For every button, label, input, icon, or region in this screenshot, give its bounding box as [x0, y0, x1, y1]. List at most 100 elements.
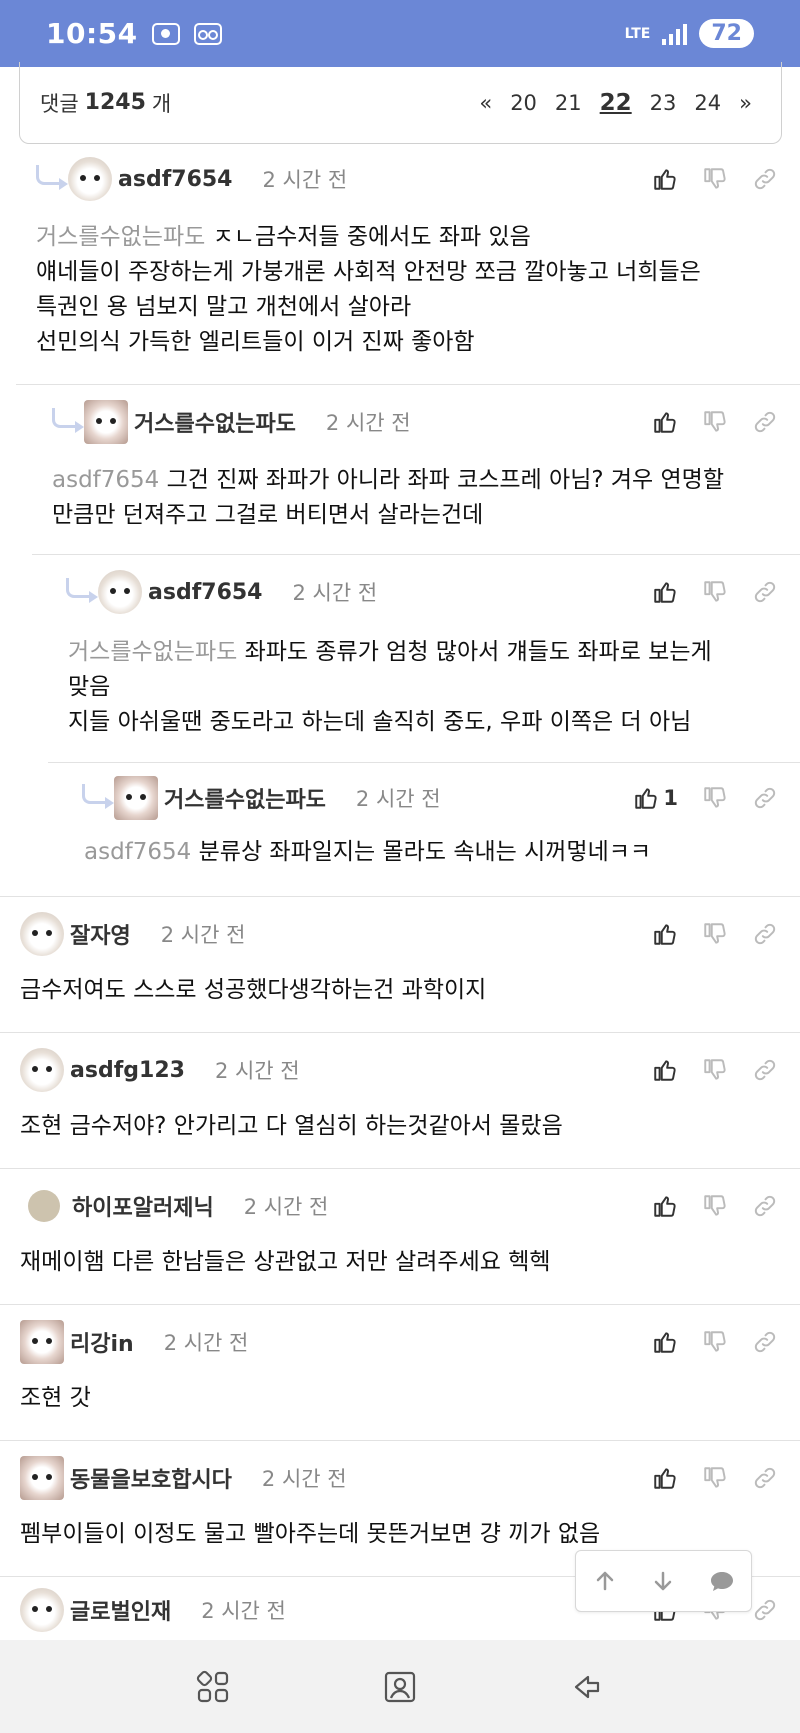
comment-line: 특권인 용 넘보지 말고 개천에서 살아라	[36, 294, 412, 320]
link-icon[interactable]	[752, 1193, 778, 1219]
comment-body: asdf7654 분류상 좌파일지는 몰라도 속내는 시꺼멓네ㅋㅋ	[84, 835, 651, 870]
comment-body: asdf7654 그건 진짜 좌파가 아니라 좌파 코스프레 아님? 겨우 연명…	[52, 463, 724, 533]
thumbs-up-icon[interactable]	[652, 1329, 678, 1355]
comment-author[interactable]: 거스를수없는파도	[134, 406, 296, 438]
comment-author[interactable]: asdf7654	[148, 580, 263, 605]
comment-body: 조현 금수저야? 안가리고 다 열심히 하는것같아서 몰랐음	[20, 1109, 563, 1144]
arrow-down-icon[interactable]	[648, 1566, 678, 1596]
comment-item: asdfg123 2 시간 전 조현 금수저야? 안가리고 다 열심히 하는것같…	[0, 1032, 800, 1168]
avatar[interactable]	[114, 776, 158, 820]
link-icon[interactable]	[752, 1329, 778, 1355]
page-link[interactable]: 23	[641, 91, 686, 115]
thumbs-down-icon[interactable]	[702, 409, 728, 435]
network-type: LTE	[624, 25, 651, 42]
comment-line: 만큼만 던져주고 그걸로 버티면서 살라는건데	[52, 502, 484, 528]
comment-author[interactable]: 잘자영	[70, 918, 131, 950]
comment-mention[interactable]: asdf7654	[52, 467, 159, 493]
avatar[interactable]	[20, 1320, 64, 1364]
page-link[interactable]: 20	[501, 91, 546, 115]
comment-line: 분류상 좌파일지는 몰라도 속내는 시꺼멓네ㅋㅋ	[198, 839, 652, 865]
comment-author[interactable]: 거스를수없는파도	[164, 782, 326, 814]
comment-bubble-icon[interactable]	[707, 1566, 737, 1596]
comment-line: 좌파도 종류가 엄청 많아서 걔들도 좌파로 보는게	[244, 639, 712, 665]
back-icon[interactable]	[567, 1667, 607, 1707]
link-icon[interactable]	[752, 1597, 778, 1623]
page-link[interactable]: 24	[685, 91, 730, 115]
comment-line: 얘네들이 주장하는게 가붕개론 사회적 안전망 쪼금 깔아놓고 너희들은	[36, 259, 701, 285]
thumbs-up-icon[interactable]	[652, 409, 678, 435]
reply-arrow-icon	[82, 784, 114, 809]
comment-time: 2 시간 전	[262, 168, 348, 192]
comment-item: 잘자영 2 시간 전 금수저여도 스스로 성공했다생각하는건 과학이지	[0, 896, 800, 1032]
link-icon[interactable]	[752, 1057, 778, 1083]
thumbs-down-icon[interactable]	[702, 1057, 728, 1083]
avatar[interactable]	[20, 1588, 64, 1632]
comment-line: 지들 아쉬울땐 중도라고 하는데 솔직히 중도, 우파 이쪽은 더 아님	[68, 709, 692, 735]
page-first-button[interactable]: «	[470, 91, 501, 115]
like-button[interactable]: 1	[633, 785, 678, 811]
link-icon[interactable]	[752, 166, 778, 192]
comment-line: 그건 진짜 좌파가 아니라 좌파 코스프레 아님? 겨우 연명할	[166, 467, 725, 493]
link-icon[interactable]	[752, 579, 778, 605]
thumbs-up-icon[interactable]	[652, 1057, 678, 1083]
comment-item: asdf7654 2 시간 전 거스를수없는파도 ㅈㄴ금수저들 중에서도 좌파 …	[0, 148, 800, 384]
pagination: « 20 21 22 23 24 »	[470, 90, 761, 116]
comment-author[interactable]: asdfg123	[70, 1058, 185, 1083]
comment-mention[interactable]: 거스를수없는파도	[68, 639, 237, 665]
clock: 10:54	[46, 17, 138, 50]
comment-mention[interactable]: asdf7654	[84, 839, 191, 865]
thumbs-down-icon[interactable]	[702, 579, 728, 605]
avatar[interactable]	[84, 400, 128, 444]
thumbs-up-icon[interactable]	[633, 785, 659, 811]
avatar[interactable]	[20, 1048, 64, 1092]
comment-line: ㅈㄴ금수저들 중에서도 좌파 있음	[212, 224, 531, 250]
thumbs-up-icon[interactable]	[652, 579, 678, 605]
like-count: 1	[663, 786, 678, 810]
comment-line: 조현 금수저야? 안가리고 다 열심히 하는것같아서 몰랐음	[20, 1113, 563, 1139]
page-current[interactable]: 22	[591, 90, 641, 116]
avatar[interactable]	[98, 570, 142, 614]
page-link[interactable]: 21	[546, 91, 591, 115]
comment-time: 2 시간 전	[201, 1599, 286, 1623]
thumbs-down-icon[interactable]	[702, 921, 728, 947]
comment-author[interactable]: 동물을보호합시다	[70, 1462, 232, 1494]
link-icon[interactable]	[752, 785, 778, 811]
comment-mention[interactable]: 거스를수없는파도	[36, 224, 205, 250]
link-icon[interactable]	[752, 1465, 778, 1491]
comment-body: 펨부이들이 이정도 물고 빨아주는데 못뜬거보면 걍 끼가 없음	[20, 1517, 600, 1552]
home-portrait-icon[interactable]	[380, 1667, 420, 1707]
arrow-up-icon[interactable]	[590, 1566, 620, 1596]
thumbs-up-icon[interactable]	[652, 1465, 678, 1491]
thumbs-up-icon[interactable]	[652, 1193, 678, 1219]
comment-line: 펨부이들이 이정도 물고 빨아주는데 못뜬거보면 걍 끼가 없음	[20, 1521, 601, 1547]
avatar[interactable]	[28, 1190, 60, 1222]
signal-icon	[662, 23, 688, 45]
comment-author[interactable]: 리강in	[70, 1326, 134, 1358]
reply-arrow-icon	[52, 408, 84, 433]
comment-author[interactable]: asdf7654	[118, 167, 233, 192]
comment-author[interactable]: 하이포알러제닉	[72, 1190, 214, 1222]
reply-arrow-icon	[66, 578, 98, 603]
avatar[interactable]	[68, 157, 112, 201]
comment-line: 선민의식 가득한 엘리트들이 이거 진짜 좋아함	[36, 329, 475, 355]
avatar[interactable]	[20, 1456, 64, 1500]
comment-author[interactable]: 글로벌인재	[70, 1594, 171, 1626]
comment-body: 조현 갓	[20, 1381, 91, 1416]
page-last-button[interactable]: »	[730, 91, 761, 115]
recent-apps-icon[interactable]	[193, 1667, 233, 1707]
thumbs-down-icon[interactable]	[702, 1465, 728, 1491]
link-icon[interactable]	[752, 921, 778, 947]
avatar[interactable]	[20, 912, 64, 956]
comment-body: 재메이햄 다른 한남들은 상관없고 저만 살려주세요 헥헥	[20, 1245, 551, 1280]
thumbs-down-icon[interactable]	[702, 1193, 728, 1219]
thumbs-up-icon[interactable]	[652, 921, 678, 947]
thumbs-down-icon[interactable]	[702, 166, 728, 192]
thumbs-down-icon[interactable]	[702, 1329, 728, 1355]
thumbs-up-icon[interactable]	[652, 166, 678, 192]
comment-body: 거스를수없는파도 좌파도 종류가 엄청 많아서 걔들도 좌파로 보는게 맞음 지…	[68, 635, 712, 740]
thumbs-down-icon[interactable]	[702, 785, 728, 811]
system-nav-bar	[0, 1640, 800, 1733]
comment-item: 거스를수없는파도 2 시간 전 asdf7654 그건 진짜 좌파가 아니라 좌…	[16, 384, 800, 554]
link-icon[interactable]	[752, 409, 778, 435]
comment-count-suffix: 개	[151, 91, 172, 116]
